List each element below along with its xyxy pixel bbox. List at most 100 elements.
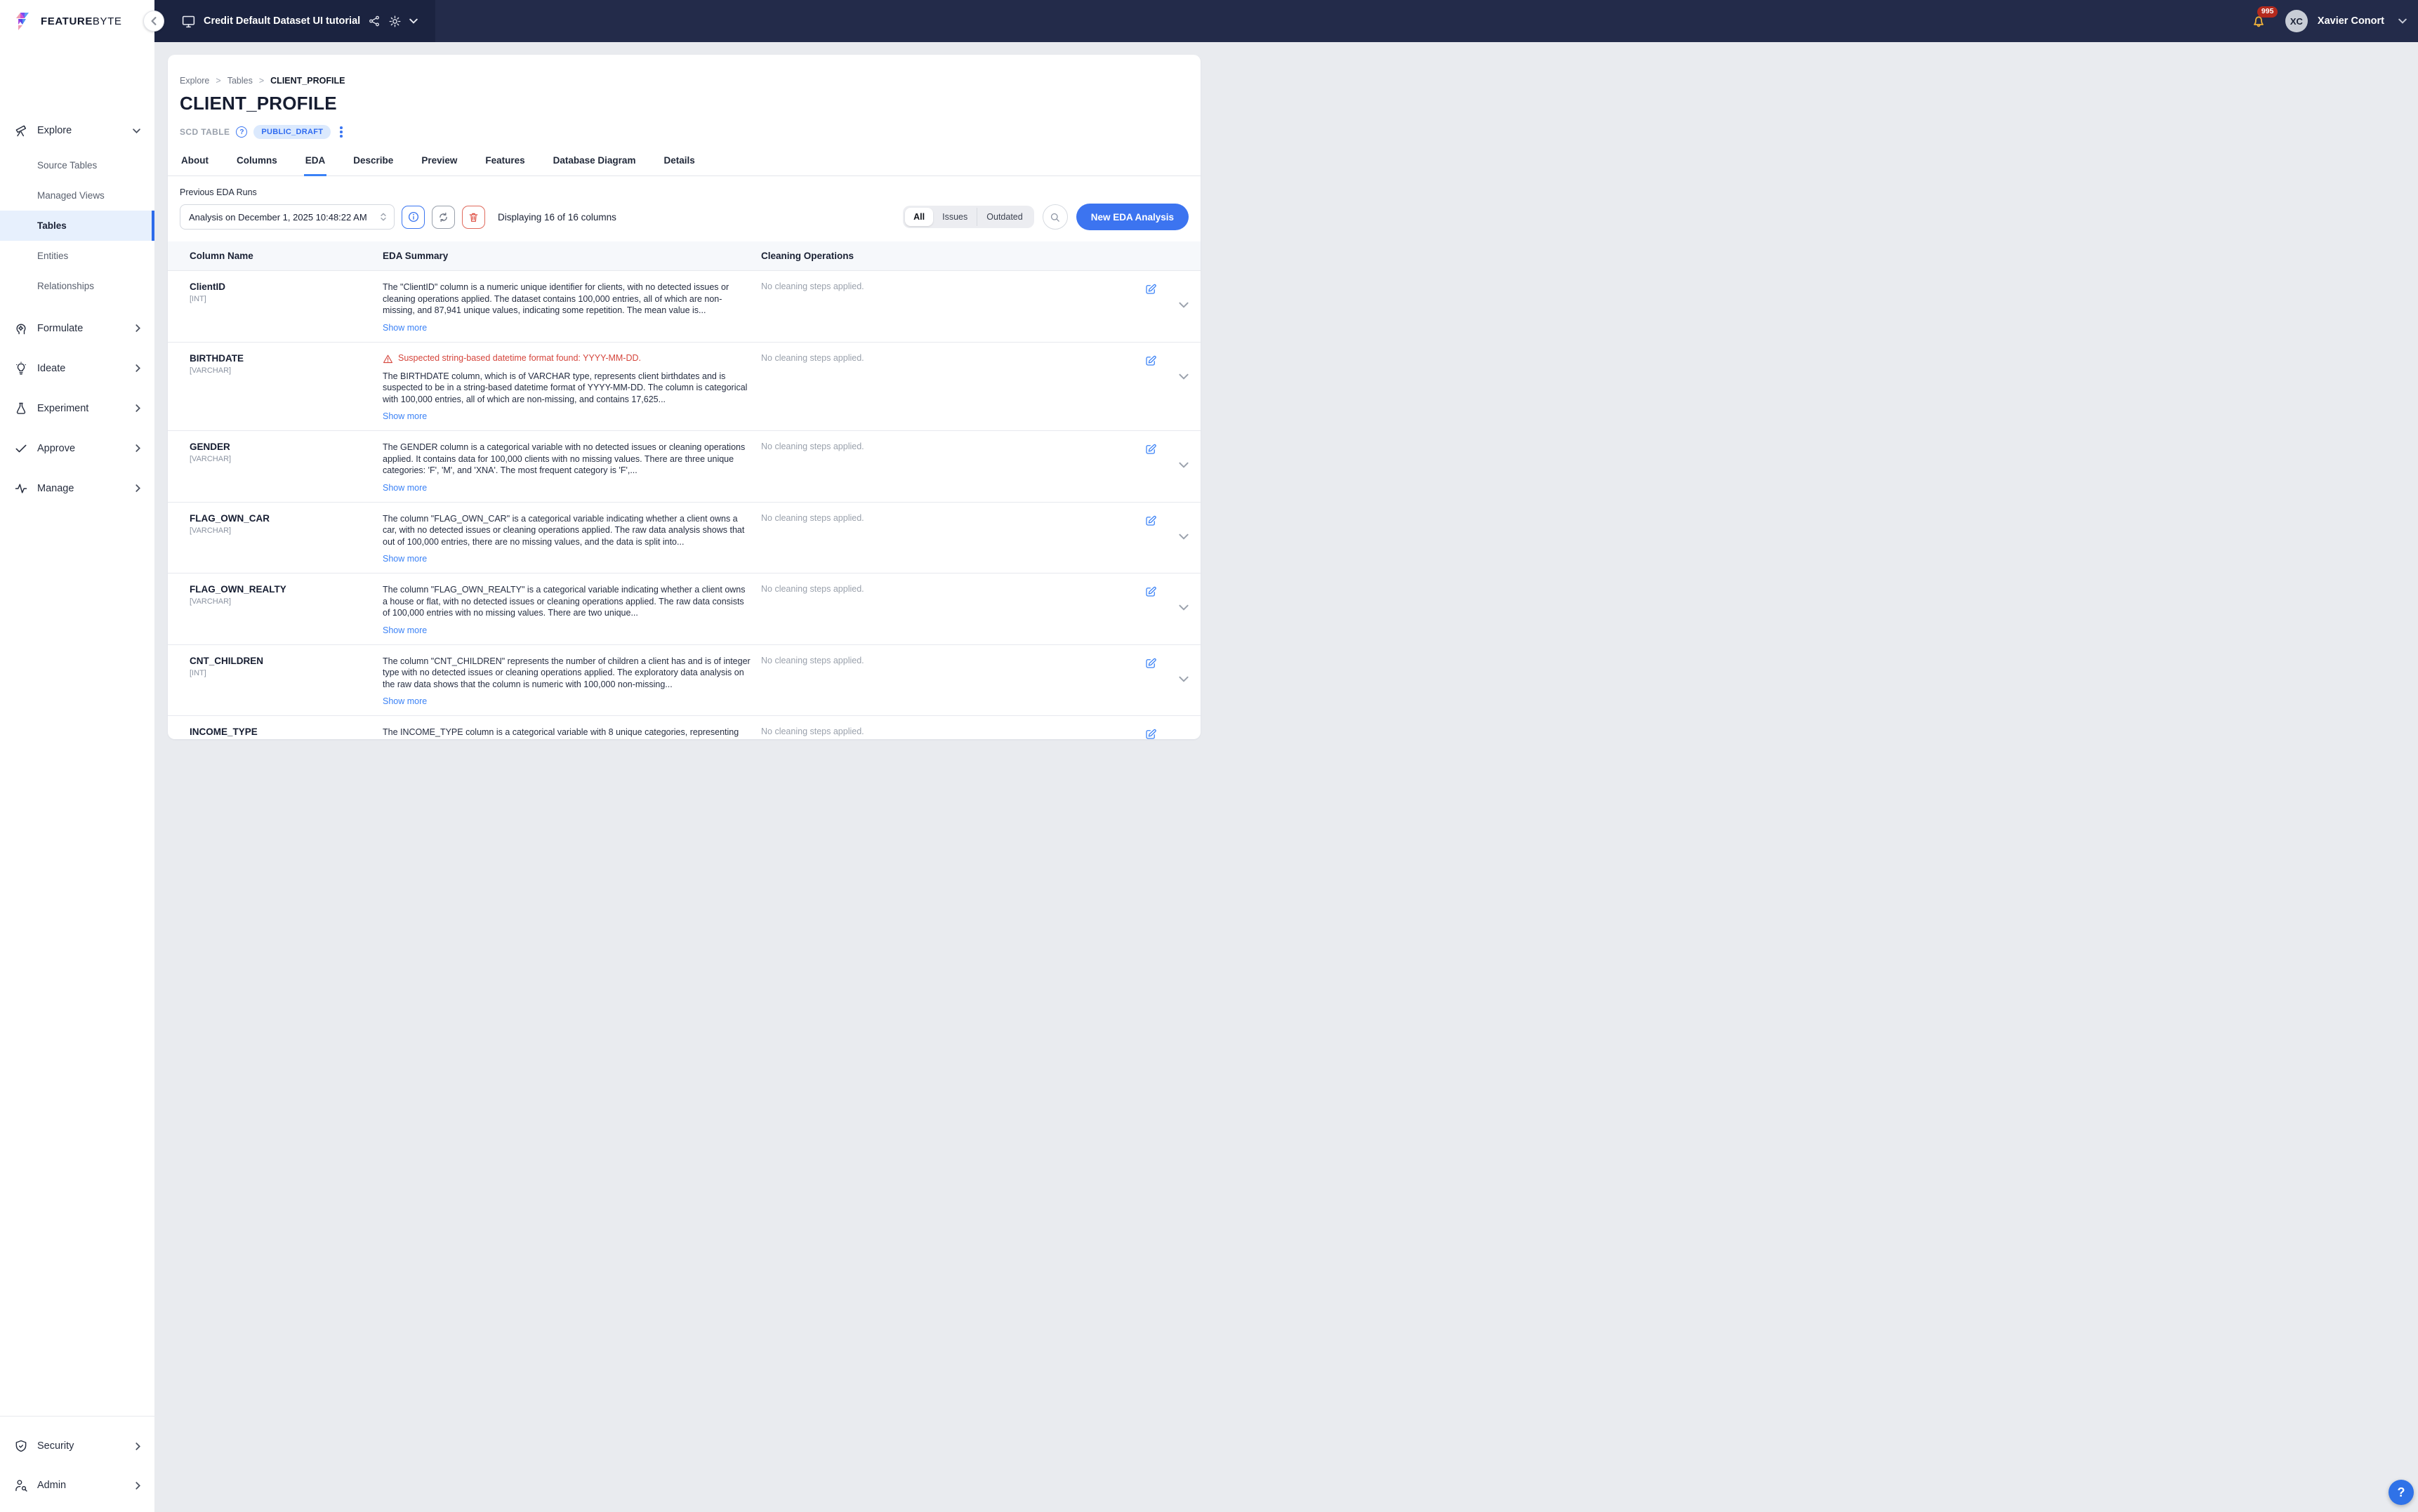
notification-count-badge: 995	[2257, 6, 2278, 18]
chevron-right-icon	[136, 444, 140, 452]
expand-row-chevron-icon[interactable]	[1179, 676, 1189, 682]
column-type: [VARCHAR]	[190, 597, 383, 606]
help-button[interactable]: ?	[2389, 1480, 2414, 1505]
sidebar-item-label: Ideate	[37, 363, 65, 374]
run-info-button[interactable]	[402, 206, 425, 229]
show-more-link[interactable]: Show more	[383, 411, 427, 421]
expand-row-chevron-icon[interactable]	[1179, 462, 1189, 468]
sidebar-item-approve[interactable]: Approve	[0, 428, 154, 468]
breadcrumb-explore[interactable]: Explore	[180, 76, 209, 86]
edit-cleaning-icon[interactable]	[1144, 585, 1157, 598]
column-name-cell: CNT_CHILDREN [INT]	[190, 656, 383, 707]
sidebar-item-ideate[interactable]: Ideate	[0, 348, 154, 388]
expand-row-chevron-icon[interactable]	[1179, 604, 1189, 611]
tab-eda[interactable]: EDA	[304, 151, 327, 176]
sidebar-item-relationships[interactable]: Relationships	[0, 271, 154, 301]
edit-cleaning-icon[interactable]	[1144, 443, 1157, 456]
edit-cleaning-icon[interactable]	[1144, 728, 1157, 739]
filter-issues-button[interactable]: Issues	[933, 208, 977, 226]
cleaning-operations-cell: No cleaning steps applied.	[761, 281, 1102, 333]
eda-summary-cell: The column "FLAG_OWN_REALTY" is a catego…	[383, 584, 761, 635]
sidebar-item-managed-views[interactable]: Managed Views	[0, 180, 154, 211]
cleaning-operations-cell: No cleaning steps applied.	[761, 513, 1102, 564]
status-badge: PUBLIC_DRAFT	[253, 125, 331, 139]
tab-database-diagram[interactable]: Database Diagram	[552, 151, 637, 176]
sidebar-item-security[interactable]: Security	[0, 1426, 154, 1466]
tab-about[interactable]: About	[180, 151, 210, 176]
show-more-link[interactable]: Show more	[383, 483, 427, 493]
warning-text: Suspected string-based datetime format f…	[398, 353, 641, 363]
warning-triangle-icon	[383, 354, 393, 364]
run-delete-button[interactable]	[462, 206, 485, 229]
expand-row-chevron-icon[interactable]	[1179, 302, 1189, 308]
chevron-right-icon	[136, 1443, 140, 1450]
filter-outdated-button[interactable]: Outdated	[977, 208, 1031, 226]
telescope-icon	[14, 124, 28, 138]
user-search-icon	[14, 1478, 28, 1492]
sidebar: FEATUREBYTE Explore Source Tables Manage…	[0, 0, 154, 1512]
sidebar-item-formulate[interactable]: Formulate	[0, 308, 154, 348]
brand-logo[interactable]: FEATUREBYTE	[0, 0, 154, 42]
filter-all-button[interactable]: All	[905, 208, 933, 226]
column-name-cell: ClientID [INT]	[190, 281, 383, 333]
edit-cleaning-icon[interactable]	[1144, 515, 1157, 527]
search-button[interactable]	[1043, 204, 1068, 230]
show-more-link[interactable]: Show more	[383, 625, 427, 635]
tab-columns[interactable]: Columns	[235, 151, 279, 176]
breadcrumb-separator: >	[216, 76, 220, 86]
breadcrumb: Explore > Tables > CLIENT_PROFILE	[180, 55, 1189, 86]
column-name-cell: FLAG_OWN_REALTY [VARCHAR]	[190, 584, 383, 635]
table-actions-kebab-icon[interactable]	[337, 125, 345, 139]
sidebar-item-entities[interactable]: Entities	[0, 241, 154, 271]
expand-row-chevron-icon[interactable]	[1179, 373, 1189, 380]
eda-summary-cell: The INCOME_TYPE column is a categorical …	[383, 727, 761, 739]
eda-run-select[interactable]: Analysis on December 1, 2025 10:48:22 AM	[180, 204, 395, 230]
sidebar-item-manage[interactable]: Manage	[0, 468, 154, 508]
sidebar-item-experiment[interactable]: Experiment	[0, 388, 154, 428]
tab-describe[interactable]: Describe	[352, 151, 395, 176]
sidebar-item-explore[interactable]: Explore	[0, 115, 154, 146]
table-row-flag-own-realty: FLAG_OWN_REALTY [VARCHAR] The column "FL…	[168, 573, 1201, 645]
table-type-help-icon[interactable]: ?	[236, 126, 247, 138]
sidebar-collapse-button[interactable]	[143, 11, 164, 32]
tab-preview[interactable]: Preview	[420, 151, 458, 176]
table-row-gender: GENDER [VARCHAR] The GENDER column is a …	[168, 431, 1201, 503]
column-name-cell: INCOME_TYPE [VARCHAR]	[190, 727, 383, 739]
workspace-switcher[interactable]: Credit Default Dataset UI tutorial	[154, 0, 435, 42]
chevron-right-icon	[136, 364, 140, 372]
share-icon[interactable]	[368, 15, 381, 27]
notifications-bell[interactable]: 995	[2250, 13, 2267, 29]
check-icon	[14, 442, 28, 456]
table-header-row: Column Name EDA Summary Cleaning Operati…	[168, 241, 1201, 271]
settings-gear-icon[interactable]	[388, 15, 402, 28]
sidebar-item-admin[interactable]: Admin	[0, 1466, 154, 1505]
user-name: Xavier Conort	[2318, 15, 2384, 27]
head-gear-icon	[14, 321, 28, 336]
sidebar-item-source-tables[interactable]: Source Tables	[0, 150, 154, 180]
summary-text: The INCOME_TYPE column is a categorical …	[383, 727, 751, 739]
run-refresh-button[interactable]	[432, 206, 455, 229]
summary-text: The column "FLAG_OWN_REALTY" is a catego…	[383, 584, 751, 619]
user-avatar[interactable]: XC	[2285, 10, 2308, 32]
column-name-cell: GENDER [VARCHAR]	[190, 442, 383, 493]
lightbulb-icon	[14, 362, 28, 376]
monitor-icon	[181, 14, 196, 29]
workspace-chevron-down-icon[interactable]	[409, 18, 418, 24]
table-row-income-type: INCOME_TYPE [VARCHAR] The INCOME_TYPE co…	[168, 716, 1201, 739]
tab-features[interactable]: Features	[484, 151, 526, 176]
sidebar-item-tables[interactable]: Tables	[0, 211, 154, 241]
edit-cleaning-icon[interactable]	[1144, 657, 1157, 670]
tab-details[interactable]: Details	[662, 151, 696, 176]
show-more-link[interactable]: Show more	[383, 323, 427, 333]
breadcrumb-tables[interactable]: Tables	[227, 76, 253, 86]
user-menu-chevron-down-icon[interactable]	[2398, 18, 2407, 24]
expand-row-chevron-icon[interactable]	[1179, 533, 1189, 540]
chevron-right-icon	[136, 1482, 140, 1490]
edit-cleaning-icon[interactable]	[1144, 283, 1157, 296]
show-more-link[interactable]: Show more	[383, 554, 427, 564]
show-more-link[interactable]: Show more	[383, 696, 427, 706]
edit-cleaning-icon[interactable]	[1144, 354, 1157, 367]
new-eda-analysis-button[interactable]: New EDA Analysis	[1076, 204, 1189, 230]
summary-text: The BIRTHDATE column, which is of VARCHA…	[383, 371, 751, 406]
datetime-warning: Suspected string-based datetime format f…	[383, 353, 761, 364]
